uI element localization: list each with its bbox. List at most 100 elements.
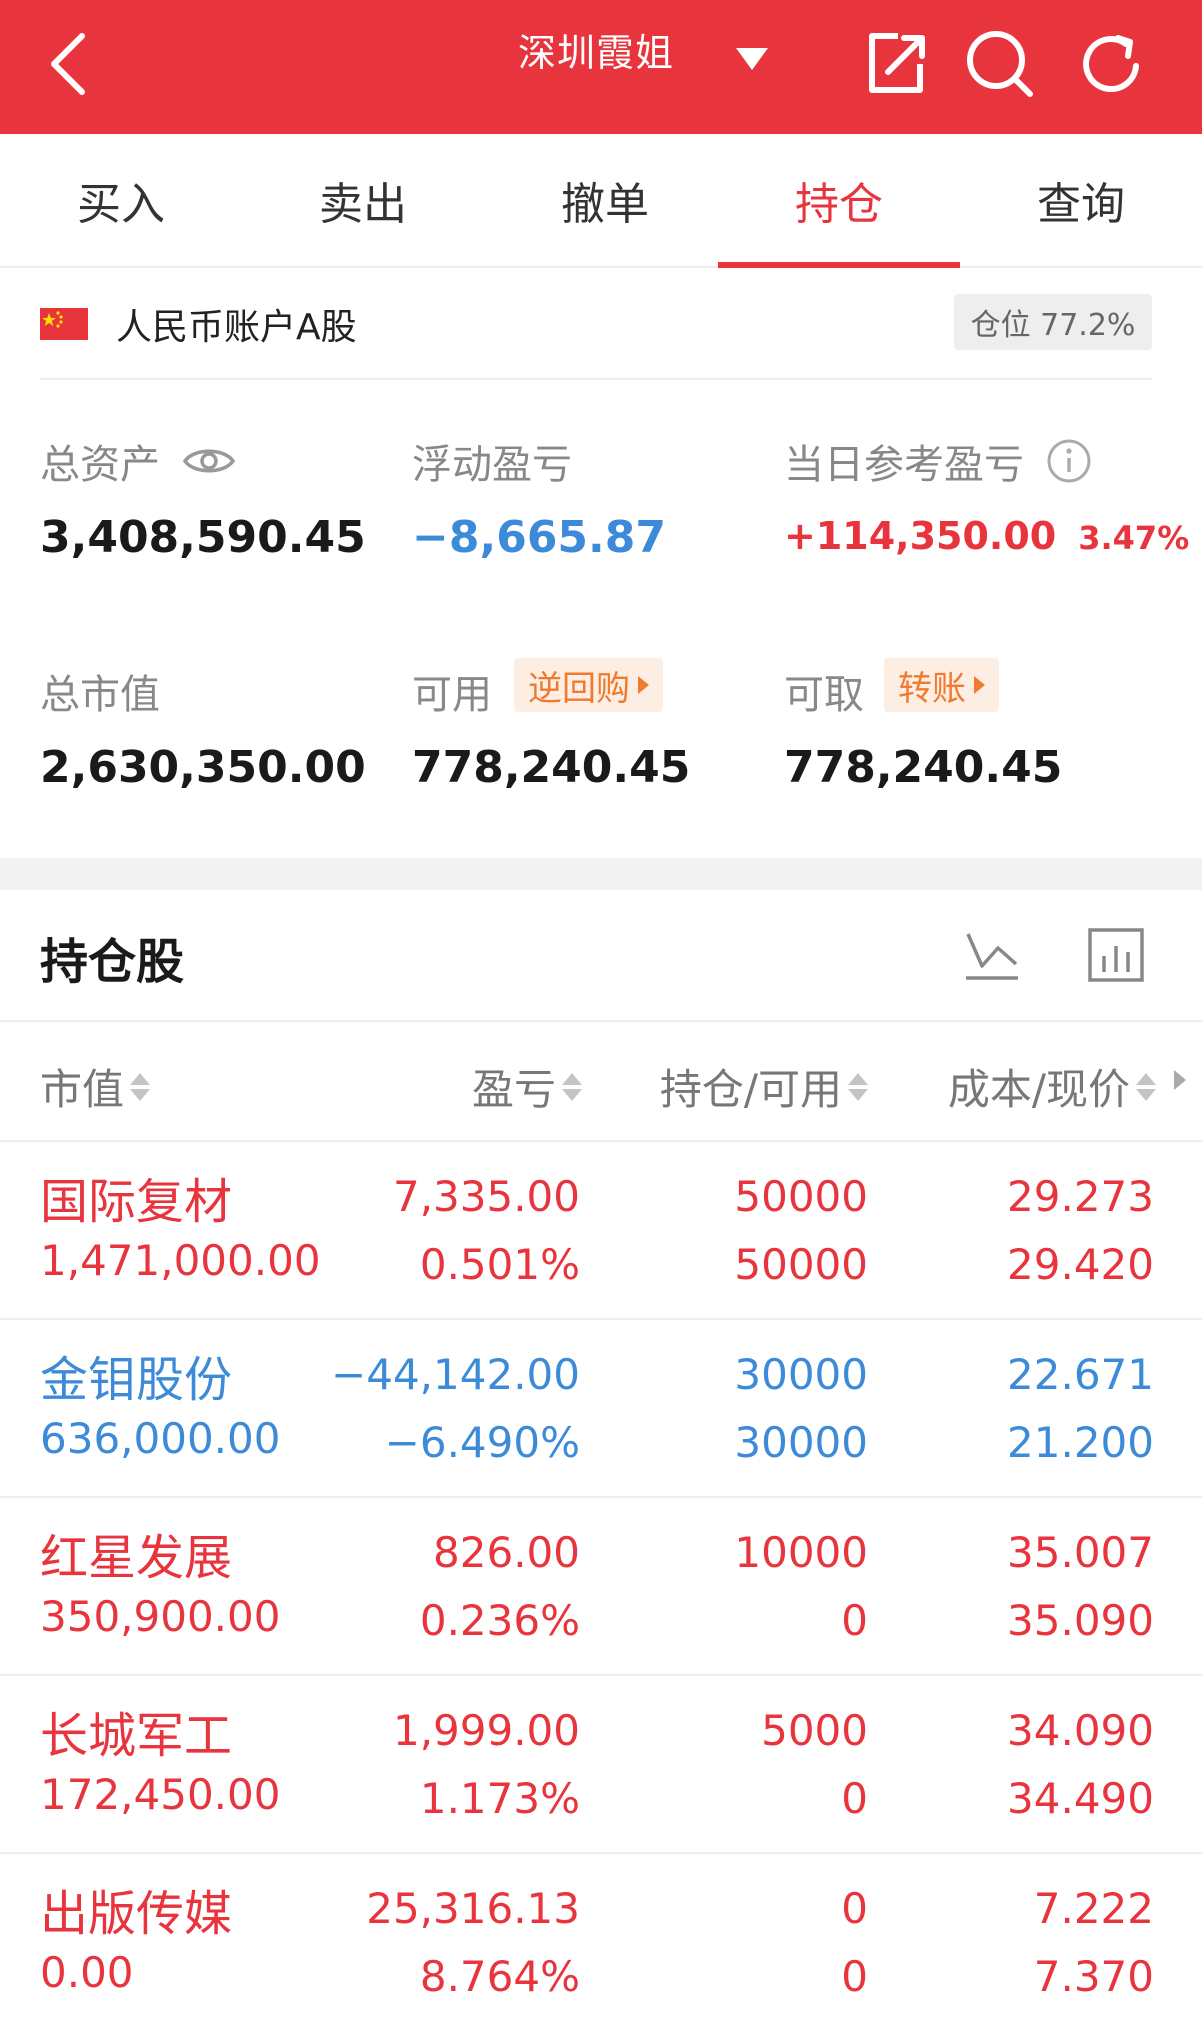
- arrow-right-icon: [638, 676, 649, 694]
- eye-icon[interactable]: [182, 444, 236, 478]
- col-position-available-label: 持仓/可用: [659, 1065, 842, 1114]
- back-icon[interactable]: [44, 28, 96, 100]
- stock-profit-loss: 7,335.00: [392, 1172, 580, 1221]
- withdrawable-value: 778,240.45: [784, 742, 1063, 793]
- stock-price: 21.200: [1007, 1418, 1154, 1467]
- daily-pl-label: 当日参考盈亏: [784, 442, 1024, 488]
- tab-cancel[interactable]: 撤单: [484, 134, 726, 266]
- available-label: 可用: [412, 672, 492, 718]
- stock-market-value: 0.00: [40, 1948, 134, 1997]
- floating-pl-label: 浮动盈亏: [412, 442, 572, 488]
- arrow-right-icon: [974, 676, 985, 694]
- stock-name: 出版传媒: [40, 1886, 233, 1942]
- stock-position: 50000: [734, 1172, 868, 1221]
- col-position-available[interactable]: 持仓/可用: [660, 1056, 868, 1117]
- stock-available: 0: [841, 1774, 868, 1823]
- daily-pl-pct: 3.47%: [1078, 519, 1190, 557]
- daily-pl-group: +114,350.00 3.47%: [784, 514, 1189, 558]
- reverse-repo-button[interactable]: 逆回购: [514, 658, 663, 712]
- col-market-value-label: 市值: [40, 1065, 125, 1114]
- stock-profit-loss: 1,999.00: [392, 1706, 580, 1755]
- stock-market-value: 1,471,000.00: [40, 1236, 321, 1285]
- stock-position: 30000: [734, 1350, 868, 1399]
- position-ratio-badge: 仓位 77.2%: [954, 294, 1152, 350]
- stock-profit-loss-pct: 0.501%: [419, 1240, 580, 1289]
- col-profit-loss[interactable]: 盈亏: [472, 1056, 582, 1117]
- search-icon[interactable]: [962, 26, 1038, 102]
- transfer-label: 转账: [898, 668, 966, 709]
- stock-position: 5000: [761, 1706, 868, 1755]
- daily-pl-label-group: 当日参考盈亏: [784, 432, 1092, 490]
- stock-profit-loss: 826.00: [433, 1528, 580, 1577]
- tab-buy[interactable]: 买入: [0, 134, 242, 266]
- stock-name: 国际复材: [40, 1174, 233, 1230]
- tab-query[interactable]: 查询: [960, 134, 1202, 266]
- col-profit-loss-label: 盈亏: [471, 1065, 556, 1114]
- total-assets-label: 总资产: [40, 442, 160, 488]
- stock-position: 0: [841, 1884, 868, 1933]
- available-value: 778,240.45: [412, 742, 691, 793]
- stock-cost: 29.273: [1007, 1172, 1154, 1221]
- scroll-right-icon[interactable]: [1174, 1070, 1186, 1090]
- withdrawable-label: 可取: [784, 672, 864, 718]
- stock-price: 35.090: [1007, 1596, 1154, 1645]
- market-value-label: 总市值: [40, 672, 160, 718]
- stock-cost: 22.671: [1007, 1350, 1154, 1399]
- col-cost-price[interactable]: 成本/现价: [948, 1056, 1156, 1117]
- stock-name: 金钼股份: [40, 1352, 233, 1408]
- refresh-icon[interactable]: [1074, 26, 1150, 102]
- stock-price: 34.490: [1007, 1774, 1154, 1823]
- stock-cost: 7.222: [1033, 1884, 1154, 1933]
- stock-position: 10000: [734, 1528, 868, 1577]
- stock-profit-loss-pct: 1.173%: [419, 1774, 580, 1823]
- account-row: 人民币账户A股 仓位 77.2%: [40, 268, 1152, 380]
- section-divider: [0, 858, 1202, 890]
- account-title[interactable]: 深圳霞姐: [518, 22, 674, 77]
- top-bar: 深圳霞姐: [0, 0, 1202, 134]
- holdings-header: 市值 盈亏 持仓/可用 成本/现价: [0, 1020, 1202, 1142]
- holding-row[interactable]: 国际复材 1,471,000.00 7,335.00 0.501% 50000 50000…: [0, 1142, 1202, 1320]
- china-flag-icon: [40, 308, 88, 340]
- stock-market-value: 172,450.00: [40, 1770, 281, 1819]
- stock-cost: 34.090: [1007, 1706, 1154, 1755]
- trade-tabs: 买入 卖出 撤单 持仓 查询: [0, 134, 1202, 268]
- stock-name: 红星发展: [40, 1530, 233, 1586]
- stock-profit-loss-pct: 8.764%: [419, 1952, 580, 2001]
- stock-name: 长城军工: [40, 1708, 233, 1764]
- daily-pl-value: +114,350.00: [784, 514, 1057, 558]
- sort-icon: [1136, 1072, 1156, 1101]
- sort-icon: [848, 1072, 868, 1101]
- stock-cost: 35.007: [1007, 1528, 1154, 1577]
- floating-pl-value: −8,665.87: [412, 512, 666, 563]
- share-icon[interactable]: [858, 26, 934, 102]
- account-name: 人民币账户A股: [116, 307, 357, 348]
- stock-profit-loss-pct: 0.236%: [419, 1596, 580, 1645]
- info-icon[interactable]: [1046, 438, 1092, 484]
- stock-available: 0: [841, 1596, 868, 1645]
- holding-row[interactable]: 长城军工 172,450.00 1,999.00 1.173% 5000 0 34.090 3…: [0, 1676, 1202, 1854]
- tab-sell[interactable]: 卖出: [242, 134, 484, 266]
- holdings-title: 持仓股: [40, 934, 185, 990]
- col-market-value[interactable]: 市值: [40, 1056, 151, 1117]
- holding-row[interactable]: 红星发展 350,900.00 826.00 0.236% 10000 0 35.007 35…: [0, 1498, 1202, 1676]
- reverse-repo-label: 逆回购: [528, 668, 630, 709]
- tab-positions[interactable]: 持仓: [718, 134, 960, 268]
- stock-available: 0: [841, 1952, 868, 2001]
- stock-available: 50000: [734, 1240, 868, 1289]
- stock-available: 30000: [734, 1418, 868, 1467]
- bar-chart-icon[interactable]: [1086, 924, 1146, 984]
- transfer-button[interactable]: 转账: [884, 658, 999, 712]
- stock-profit-loss: 25,316.13: [366, 1884, 580, 1933]
- sort-icon: [130, 1072, 151, 1101]
- stock-profit-loss-pct: −6.490%: [384, 1418, 580, 1467]
- stock-market-value: 636,000.00: [40, 1414, 281, 1463]
- holding-row[interactable]: 金钼股份 636,000.00 −44,142.00 −6.490% 30000 3000…: [0, 1320, 1202, 1498]
- stock-price: 29.420: [1007, 1240, 1154, 1289]
- dropdown-caret-icon[interactable]: [732, 42, 772, 76]
- trend-chart-icon[interactable]: [962, 924, 1022, 984]
- stock-market-value: 350,900.00: [40, 1592, 281, 1641]
- sort-icon: [562, 1072, 582, 1101]
- col-cost-price-label: 成本/现价: [947, 1065, 1130, 1114]
- holding-row[interactable]: 出版传媒 0.00 25,316.13 8.764% 0 0 7.222 7.370: [0, 1854, 1202, 2032]
- stock-price: 7.370: [1033, 1952, 1154, 2001]
